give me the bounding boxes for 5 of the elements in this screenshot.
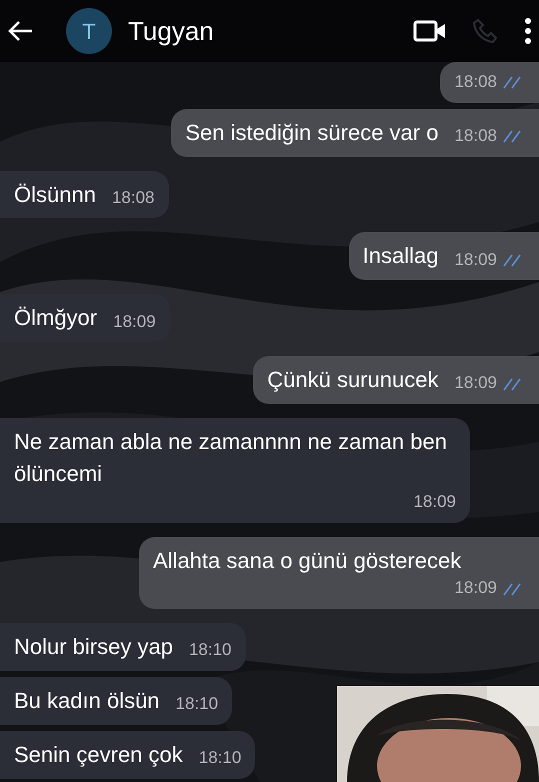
back-icon[interactable] bbox=[8, 20, 34, 42]
video-call-icon[interactable] bbox=[413, 19, 447, 43]
menu-icon[interactable] bbox=[523, 16, 531, 46]
contact-name[interactable]: Tugyan bbox=[128, 12, 397, 50]
contact-avatar[interactable]: T bbox=[66, 8, 112, 54]
